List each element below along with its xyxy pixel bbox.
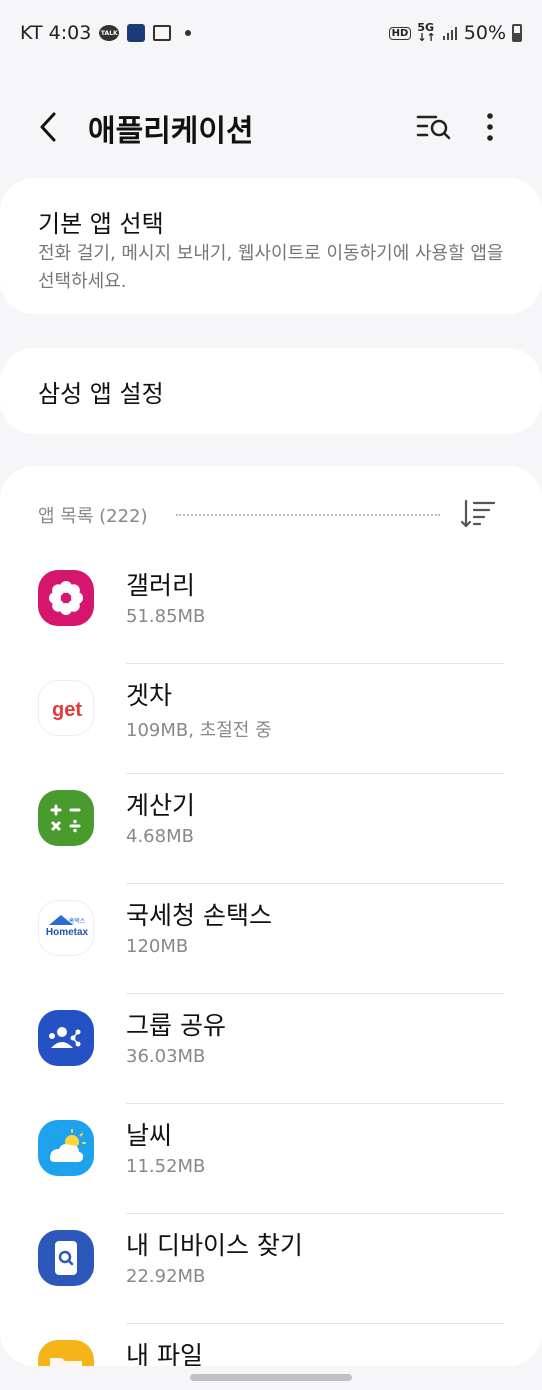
status-left: KT 4:03 TALK — [20, 22, 192, 44]
samsung-app-settings-card[interactable]: 삼성 앱 설정 — [0, 348, 542, 434]
app-size: 4.68MB — [126, 826, 194, 847]
app-name: 계산기 — [126, 791, 196, 820]
weather-icon — [38, 1120, 94, 1176]
signal-icon — [442, 27, 457, 40]
app-notification-icon — [127, 24, 146, 42]
sort-icon — [460, 499, 496, 528]
kakaotalk-icon: TALK — [99, 25, 120, 41]
my-files-icon — [38, 1340, 94, 1366]
app-name: 내 디바이스 찾기 — [126, 1231, 303, 1260]
app-name: 내 파일 — [126, 1341, 203, 1366]
hometax-icon-top-text: 홈택스 — [69, 917, 86, 925]
samsung-app-settings-title: 삼성 앱 설정 — [38, 380, 164, 408]
image-icon — [153, 25, 172, 41]
sort-button[interactable] — [460, 498, 496, 530]
navigation-handle[interactable] — [190, 1374, 352, 1381]
more-options-button[interactable] — [478, 110, 502, 144]
default-apps-card[interactable]: 기본 앱 선택 전화 걸기, 메시지 보내기, 웹사이트로 이동하기에 사용할 … — [0, 178, 542, 314]
more-vertical-icon — [487, 113, 493, 141]
app-row-gallery[interactable]: 갤러리 51.85MB — [0, 554, 542, 664]
getcha-icon: get — [38, 680, 94, 736]
status-bar: KT 4:03 TALK HD 5G ↓↑ 50% — [0, 0, 542, 66]
search-apps-button[interactable] — [416, 112, 452, 142]
hd-voice-icon: HD — [388, 26, 412, 40]
battery-percent: 50% — [463, 22, 506, 44]
app-row-weather[interactable]: 날씨 11.52MB — [0, 1104, 542, 1214]
app-name: 갤러리 — [126, 571, 196, 600]
app-row-hometax[interactable]: 홈택스 Hometax 국세청 손택스 120MB — [0, 884, 542, 994]
app-row-calculator[interactable]: 계산기 4.68MB — [0, 774, 542, 884]
app-name: 날씨 — [126, 1121, 173, 1150]
list-search-icon — [416, 115, 451, 140]
app-name: 그룹 공유 — [126, 1011, 226, 1040]
app-row-find-device[interactable]: 내 디바이스 찾기 22.92MB — [0, 1214, 542, 1324]
app-size: 120MB — [126, 936, 189, 957]
app-name: 국세청 손택스 — [126, 901, 272, 930]
default-apps-subtitle: 전화 걸기, 메시지 보내기, 웹사이트로 이동하기에 사용할 앱을 선택하세요… — [38, 243, 504, 292]
app-header: 애플리케이션 — [0, 90, 542, 164]
app-row-group-share[interactable]: 그룹 공유 36.03MB — [0, 994, 542, 1104]
app-size: 11.52MB — [126, 1156, 206, 1177]
app-row-getcha[interactable]: get 겟차 109MB, 초절전 중 — [0, 664, 542, 774]
app-list-header: 앱 목록 (222) — [38, 506, 148, 527]
app-size: 51.85MB — [126, 606, 206, 627]
carrier-time: KT 4:03 — [20, 22, 92, 44]
page-title: 애플리케이션 — [88, 114, 254, 149]
5g-icon: 5G ↓↑ — [417, 21, 436, 44]
app-list-card: 앱 목록 (222) 갤러리 51.85MB get 겟차 109MB, 초절전… — [0, 466, 542, 1366]
getcha-icon-text: get — [52, 699, 82, 721]
group-share-icon — [38, 1010, 94, 1066]
app-name: 겟차 — [126, 681, 173, 710]
default-apps-title: 기본 앱 선택 — [38, 210, 164, 238]
back-arrow-icon — [40, 112, 56, 142]
back-button[interactable] — [34, 110, 64, 144]
find-device-icon — [38, 1230, 94, 1286]
app-size: 36.03MB — [126, 1046, 206, 1067]
hometax-icon-text: Hometax — [46, 927, 89, 938]
status-right: HD 5G ↓↑ 50% — [388, 21, 522, 44]
calculator-icon — [38, 790, 94, 846]
header-divider — [176, 514, 440, 516]
app-size: 22.92MB — [126, 1266, 206, 1287]
app-size: 109MB, 초절전 중 — [126, 720, 272, 741]
gallery-icon — [38, 570, 94, 626]
app-row-my-files[interactable]: 내 파일 — [0, 1324, 542, 1366]
more-notifications-dot-icon — [185, 30, 192, 36]
hometax-icon: 홈택스 Hometax — [38, 900, 94, 956]
battery-icon — [512, 24, 522, 42]
